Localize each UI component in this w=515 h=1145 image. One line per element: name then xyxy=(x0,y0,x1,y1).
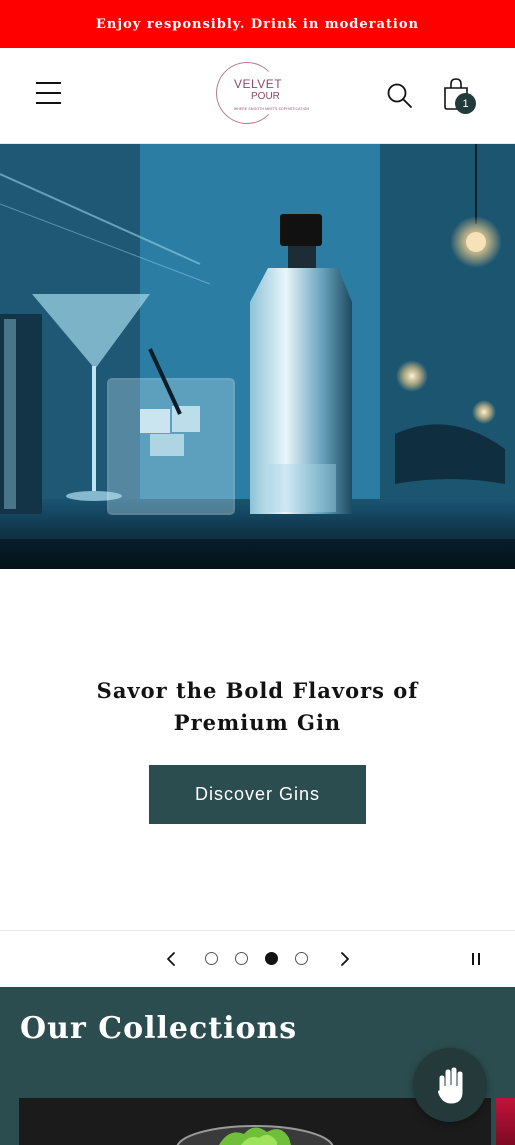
slideshow-controls xyxy=(0,930,515,987)
chevron-left-icon[interactable] xyxy=(161,949,181,969)
store-logo[interactable]: VELVET POUR WHERE SMOOTH MEETS SOPHISTIC… xyxy=(214,60,310,126)
slide-heading: Savor the Bold Flavors of Premium Gin xyxy=(96,678,419,735)
discover-gins-button[interactable]: Discover Gins xyxy=(149,765,366,824)
slide-dot-4[interactable] xyxy=(295,952,308,965)
collections-heading: Our Collections xyxy=(20,1011,298,1046)
collection-card-next[interactable] xyxy=(496,1098,515,1145)
search-icon[interactable] xyxy=(386,82,414,110)
site-header: VELVET POUR WHERE SMOOTH MEETS SOPHISTIC… xyxy=(0,48,515,144)
gin-bottle-cocktail-bar-image xyxy=(0,144,515,569)
slide-dot-3[interactable] xyxy=(265,952,278,965)
chevron-right-icon[interactable] xyxy=(335,949,355,969)
hero-slide-content: Savor the Bold Flavors of Premium Gin Di… xyxy=(0,569,515,930)
logo-text-pour: POUR xyxy=(251,91,280,102)
logo-tagline: WHERE SMOOTH MEETS SOPHISTICATION xyxy=(234,107,310,111)
announcement-text: Enjoy responsibly. Drink in moderation xyxy=(96,16,419,32)
slide-dot-2[interactable] xyxy=(235,952,248,965)
hero-slide-image xyxy=(0,144,515,569)
announcement-bar: Enjoy responsibly. Drink in moderation xyxy=(0,0,515,48)
slide-dot-1[interactable] xyxy=(205,952,218,965)
hamburger-menu-icon[interactable] xyxy=(36,82,64,108)
chat-button[interactable] xyxy=(413,1048,487,1122)
cart-count-badge: 1 xyxy=(455,93,476,114)
waving-hand-chat-icon xyxy=(437,1066,464,1105)
pause-icon[interactable] xyxy=(466,950,486,970)
logo-text-velvet: VELVET xyxy=(234,77,283,91)
